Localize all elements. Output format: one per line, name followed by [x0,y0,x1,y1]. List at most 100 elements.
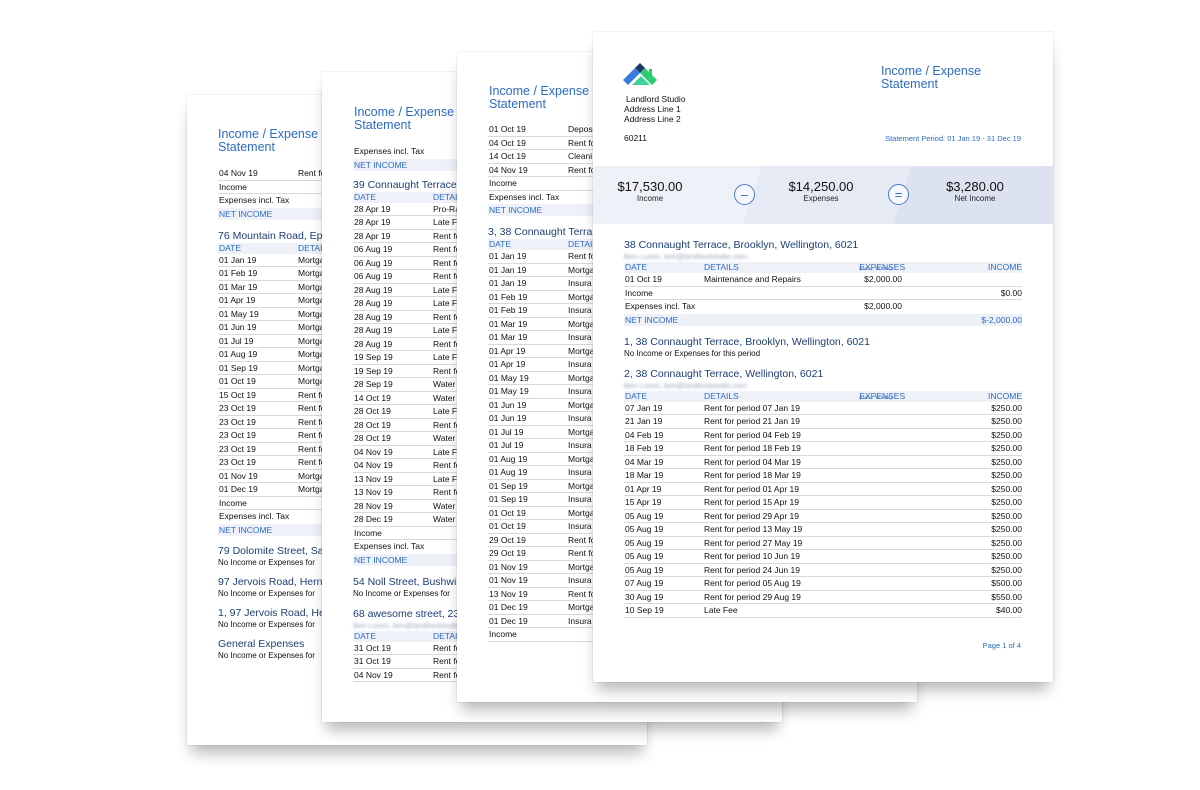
cell-date: 01 Nov 19 [489,575,528,585]
cell-details: Rent fo [568,534,596,545]
cell-details: Rent fo [568,588,596,599]
table-row: 30 Aug 19 Rent for period 29 Aug 19 $550.0… [624,591,1022,604]
table-row: 05 Aug 19 Rent for period 24 Jun 19 $250.0… [624,564,1022,577]
cell-date: 28 Aug 19 [354,338,393,349]
cell-date: 15 Apr 19 [625,497,662,507]
table-row: 05 Aug 19 Rent for period 10 Jun 19 $250.0… [624,550,1022,564]
cell-date: 05 Aug 19 [625,510,664,521]
cell-date: 01 Mar 19 [489,318,528,329]
cell-details: Rent fo [568,164,596,175]
cell-date: 01 Jul 19 [489,440,524,450]
cell-details: Rent for period 24 Jun 19 [704,564,800,575]
cell-details: Late F [433,406,458,416]
cell-date: 01 Apr 19 [489,345,526,356]
cell-details: Mortga [298,335,325,346]
cell-date: 28 Aug 19 [354,298,393,308]
cell-details: Water [433,500,456,511]
cell-date: 01 Apr 19 [219,295,256,305]
table-header: DATE DETAILS EXPENSES (INCL. TAXES) INCOM… [624,390,1022,402]
cell-expenses: $2,000.00 [864,274,902,284]
cell-details: Rent for period 13 May 19 [704,524,803,534]
cell-date: 01 Apr 19 [489,359,526,369]
cell-income: $250.00 [991,429,1022,440]
cell-date: 14 Oct 19 [489,151,526,161]
table-row: 21 Jan 19 Rent for period 21 Jan 19 $250.0… [624,415,1022,429]
cell-date: 18 Feb 19 [625,443,664,453]
table-row: 18 Mar 19 Rent for period 18 Mar 19 $250.0… [624,469,1022,483]
cell-details: Pro-Ra [433,203,460,214]
cell-details: Cleani [568,151,593,161]
cell-date: 15 Oct 19 [219,389,256,400]
cell-date: 04 Nov 19 [219,168,258,178]
table-row: 05 Aug 19 Rent for period 29 Apr 19 $250.0… [624,510,1022,523]
cell-details: Insura [568,467,592,477]
cell-date: 06 Aug 19 [354,244,393,254]
cell-details: Mortga [298,484,325,494]
document-title: Income / Expense Statement [354,105,455,132]
cell-details: Mortga [298,470,325,481]
cell-details: Insura [568,575,592,585]
cell-date: 01 Mar 19 [219,281,258,292]
cell-date: 01 Dec 19 [489,602,528,612]
table-header: DATE DETAILS EXPENSES (INCL. TAXES) INCOM… [624,262,1022,273]
cell-income: $250.00 [991,497,1022,507]
cell-date: 28 Apr 19 [354,217,391,227]
cell-details: Mortga [568,318,595,329]
cell-date: 05 Aug 19 [625,551,664,561]
cell-date: 01 Oct 19 [219,376,256,386]
cell-date: 28 Dec 19 [354,514,393,524]
cell-date: 01 Dec 19 [489,615,528,626]
summary-expenses: $14,250.00 Expenses [788,179,854,204]
cell-details: Rent for period 04 Mar 19 [704,456,801,467]
cell-date: 01 Apr 19 [625,483,662,494]
company-address: Landlord Studio Address Line 1 Address L… [624,94,686,124]
table-row: 05 Aug 19 Rent for period 13 May 19 $250.0… [624,523,1022,537]
cell-date: 13 Nov 19 [354,473,393,484]
cell-details: Rent for period 01 Apr 19 [704,483,799,494]
statement-period: Statement Period: 01 Jan 19 - 31 Dec 19 [885,134,1021,143]
cell-income: $250.00 [991,402,1022,413]
cell-date: 01 Feb 19 [489,305,528,315]
cell-date: 19 Sep 19 [354,365,393,376]
cell-date: 28 Apr 19 [354,203,391,214]
page-number: Page 1 of 4 [982,641,1021,650]
table-row: 01 Oct 19 Maintenance and Repairs $2,000.0… [624,273,1022,287]
cell-income: $250.00 [991,551,1022,561]
cell-date: 28 Aug 19 [354,284,393,295]
cell-date: 01 Jan 19 [489,264,527,275]
cell-date: 01 May 19 [219,308,259,319]
table-row: 10 Sep 19 Late Fee $40.00 [624,604,1022,618]
cell-date: 01 Oct 19 [625,274,662,284]
cell-details: Mortga [568,345,595,356]
cell-details: Mortga [298,295,325,305]
cell-details: Water [433,379,456,389]
cell-date: 28 Aug 19 [354,325,393,335]
cell-income: $250.00 [991,443,1022,453]
cell-details: Water [433,433,456,443]
cell-income: $550.00 [991,591,1022,602]
cell-date: 01 Jan 19 [489,251,527,261]
cell-details: Mortga [568,453,595,464]
cell-date: 04 Nov 19 [354,446,393,457]
cell-date: 01 Jun 19 [219,322,257,332]
cell-date: 14 Oct 19 [354,392,391,403]
cell-date: 21 Jan 19 [625,416,663,426]
cell-details: Insura [568,359,592,369]
cell-date: 28 Aug 19 [354,311,393,322]
tenant-contact: Ben Luxon, ben@landlordstudio.com [624,252,748,261]
landlord-studio-logo-icon [623,63,657,85]
cell-date: 01 Aug 19 [219,349,258,359]
table-row: 15 Apr 19 Rent for period 15 Apr 19 $250.0… [624,496,1022,510]
cell-date: 06 Aug 19 [354,271,393,281]
statement-page-1: Landlord Studio Address Line 1 Address L… [593,32,1053,682]
cell-details: Rent for period 04 Feb 19 [704,429,801,440]
cell-date: 01 Jan 19 [489,278,527,288]
property-title: 38 Connaught Terrace, Brooklyn, Wellingt… [624,239,859,251]
cell-date: 23 Oct 19 [219,457,256,467]
cell-details: Rent for period 27 May 19 [704,537,803,548]
cell-details: Water [433,514,456,524]
cell-details: Mortga [568,264,595,275]
cell-details: Late F [433,217,458,227]
cell-date: 28 Sep 19 [354,379,393,389]
cell-details: Insura [568,440,592,450]
